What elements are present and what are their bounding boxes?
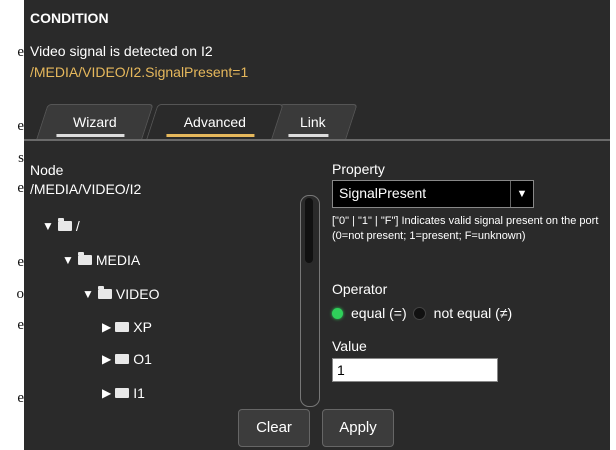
expand-right-icon[interactable]: ▶ [102,386,111,400]
tab-underline [56,134,125,137]
folder-closed-icon [115,354,130,364]
background-text: e [17,180,24,196]
property-description: ["0" | "1" | "F"] Indicates valid signal… [332,215,599,242]
radio-not-equal-label[interactable]: not equal (≠) [434,305,513,321]
tree-item-o1[interactable]: ▶ O1 [102,351,152,367]
background-text: s [18,150,24,166]
expand-down-icon[interactable]: ▼ [42,219,54,233]
expand-right-icon[interactable]: ▶ [102,352,111,366]
tree-item-label: I1 [133,385,145,401]
radio-equal[interactable] [332,307,343,319]
tab-bar: Wizard Advanced Link [24,100,610,141]
tree-item-i1[interactable]: ▶ I1 [102,385,145,401]
background-text: e [17,44,24,60]
tree-item-label: MEDIA [95,252,141,268]
background-text: e [17,390,24,406]
property-selected-value: SignalPresent [339,185,427,201]
tree-item-xp[interactable]: ▶ XP [102,319,152,335]
condition-title: CONDITION [30,10,109,26]
tree-item-media[interactable]: ▼ MEDIA [62,252,140,268]
folder-open-icon [77,252,92,265]
background-text: o [16,286,25,302]
dropdown-arrow-icon[interactable]: ▼ [510,181,533,207]
background-text: e [17,317,24,333]
condition-description: Video signal is detected on I2 [30,43,213,59]
tree-item-label: VIDEO [115,286,160,302]
expand-down-icon[interactable]: ▼ [82,287,94,301]
tree-item-label: / [75,218,80,234]
clear-button[interactable]: Clear [238,409,310,447]
radio-equal-label[interactable]: equal (=) [351,305,407,321]
property-select[interactable]: SignalPresent ▼ [332,180,534,208]
tree-item-label: XP [133,319,152,335]
background-text: e [17,118,24,134]
folder-closed-icon [115,322,130,332]
property-label: Property [332,161,385,177]
tree-item-label: O1 [133,351,152,367]
tree-item-video[interactable]: ▼ VIDEO [82,286,159,302]
tab-underline [166,134,255,137]
tab-underline [288,134,329,137]
condition-path: /MEDIA/VIDEO/I2.SignalPresent=1 [30,64,249,80]
node-path: /MEDIA/VIDEO/I2 [30,181,142,197]
operator-radio-group: equal (=) not equal (≠) [332,305,512,321]
background-text: e [17,254,24,270]
condition-panel: CONDITION Video signal is detected on I2… [24,0,610,450]
radio-not-equal[interactable] [412,306,426,320]
folder-closed-icon [115,388,130,398]
tab-divider [24,139,610,141]
folder-open-icon [57,218,72,231]
expand-down-icon[interactable]: ▼ [62,253,74,267]
value-label: Value [332,338,367,354]
tab-advanced[interactable]: Advanced [146,104,284,139]
tab-wizard[interactable]: Wizard [36,104,154,139]
folder-open-icon [97,286,112,299]
scrollbar-thumb[interactable] [305,198,313,263]
operator-label: Operator [332,281,388,297]
tree-item-root[interactable]: ▼ / [42,218,80,234]
apply-button[interactable]: Apply [322,409,394,447]
expand-right-icon[interactable]: ▶ [102,320,111,334]
node-label: Node [30,162,64,178]
value-input[interactable] [332,358,498,382]
